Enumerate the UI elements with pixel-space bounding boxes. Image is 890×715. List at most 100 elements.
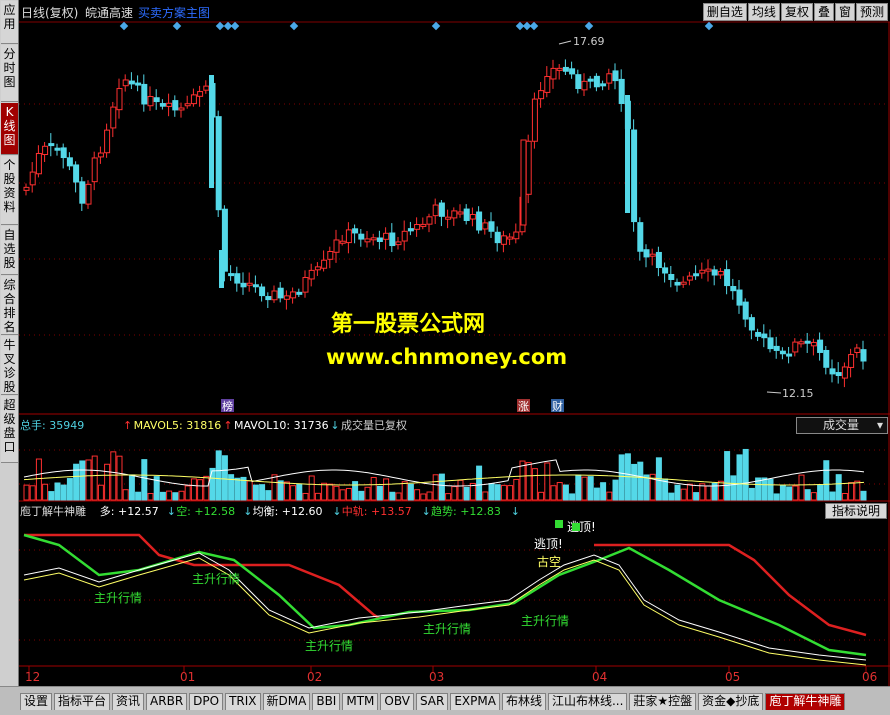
- candle-body-100: [643, 249, 650, 258]
- volume-bar-115: [736, 454, 743, 501]
- sidebar-tab-2[interactable]: K线图: [1, 103, 18, 155]
- volume-bar-108: [693, 492, 700, 501]
- volume-bar-22: [159, 491, 166, 501]
- candle-body-86: [556, 67, 563, 71]
- candle-body-6: [60, 147, 67, 159]
- volume-bar-75: [488, 483, 495, 501]
- candle-body-88: [569, 68, 576, 75]
- candle-body-85: [550, 67, 557, 80]
- bottom-tab-6[interactable]: 新DMA: [262, 692, 311, 710]
- candle-body-38: [259, 286, 266, 297]
- bottom-tab-5[interactable]: TRIX: [225, 692, 261, 710]
- candle-body-62: [407, 228, 414, 232]
- volume-bar-135: [860, 490, 867, 501]
- volume-bar-134: [854, 480, 861, 501]
- volume-bar-47: [314, 492, 321, 501]
- indicator-header-2: ↓: [167, 505, 176, 518]
- volume-bar-11: [91, 455, 98, 501]
- candle-body-52: [345, 229, 352, 244]
- volume-bar-105: [674, 484, 681, 501]
- sidebar-tab-6[interactable]: 牛叉诊股: [1, 336, 18, 395]
- bottom-tab-9[interactable]: OBV: [380, 692, 414, 710]
- volume-header-6: 成交量已复权: [341, 418, 407, 432]
- bottom-tab-15[interactable]: 资金◆抄底: [698, 692, 764, 710]
- candle-body-72: [469, 213, 476, 220]
- volume-bar-106: [680, 488, 687, 501]
- indicator-header-9: 趋势: +12.83: [431, 505, 501, 518]
- candle-body-48: [321, 259, 328, 269]
- bottom-tab-4[interactable]: DPO: [189, 692, 224, 710]
- candle-body-114: [730, 286, 737, 292]
- candle-body-64: [420, 223, 427, 227]
- bottom-tab-14[interactable]: 莊家★控盤: [629, 692, 697, 710]
- volume-bar-70: [457, 479, 464, 501]
- volume-bar-73: [476, 465, 483, 501]
- candle-body-78: [507, 236, 514, 240]
- candle-body-101: [649, 253, 656, 257]
- volume-bar-83: [538, 491, 545, 501]
- bottom-tab-1[interactable]: 指标平台: [54, 692, 111, 710]
- volume-bar-67: [438, 473, 445, 501]
- kline-chart[interactable]: 17.6912.15榜涨财总手: 35949 ↑ MAVOL5: 31816 ↑ MAV…: [19, 0, 890, 686]
- candle-body-117: [748, 317, 755, 331]
- bottom-tab-0[interactable]: 设置: [20, 692, 53, 710]
- volume-header-4: MAVOL10: 31736: [234, 419, 329, 432]
- candle-body-0: [23, 186, 30, 191]
- sidebar-tab-0[interactable]: 应用: [1, 1, 18, 44]
- volume-bar-36: [246, 480, 253, 501]
- low-label-leader: [766, 391, 782, 394]
- sidebar-tab-5[interactable]: 综合排名: [1, 276, 18, 335]
- sidebar-tab-4[interactable]: 自选股: [1, 226, 18, 275]
- sidebar-tab-1[interactable]: 分时图: [1, 45, 18, 102]
- volume-bar-34: [234, 477, 241, 501]
- volume-bar-53: [352, 481, 359, 501]
- volume-bar-38: [259, 484, 266, 501]
- bottom-tab-16[interactable]: 庖丁解牛神雕: [765, 692, 846, 710]
- bottom-tab-13[interactable]: 江山布林线...: [547, 692, 628, 710]
- indicator-label-escape-2: 逃顶!: [567, 520, 596, 534]
- bottom-tab-7[interactable]: BBI: [312, 692, 341, 710]
- volume-bar-30: [209, 467, 216, 501]
- candle-body-98: [631, 129, 638, 223]
- volume-bar-17: [128, 474, 135, 501]
- volume-bar-58: [383, 478, 390, 501]
- sidebar-tab-3[interactable]: 个股资料: [1, 156, 18, 225]
- signal-diamond-1: [172, 21, 182, 31]
- volume-bar-90: [581, 476, 588, 501]
- candle-body-81: [525, 140, 532, 195]
- indicator-label-main-rise-0: 主升行情: [94, 591, 142, 605]
- candle-body-63: [414, 224, 421, 230]
- bottom-tab-10[interactable]: SAR: [415, 692, 449, 710]
- volume-bar-48: [321, 482, 328, 501]
- sidebar-tab-7[interactable]: 超级盘口: [1, 396, 18, 463]
- bottom-tab-11[interactable]: EXPMA: [450, 692, 500, 710]
- candle-body-113: [724, 269, 731, 287]
- volume-bar-117: [748, 487, 755, 501]
- bottom-tab-2[interactable]: 资讯: [112, 692, 145, 710]
- candle-body-53: [352, 228, 359, 234]
- volume-bar-74: [482, 491, 489, 501]
- x-axis-label-2: 02: [307, 670, 322, 684]
- volume-bar-39: [265, 490, 272, 501]
- volume-bar-5: [54, 482, 61, 501]
- bottom-tab-8[interactable]: MTM: [342, 692, 379, 710]
- candle-body-3: [42, 145, 49, 156]
- watermark-url: www.chnmoney.com: [326, 345, 568, 369]
- volume-bar-3: [42, 483, 49, 501]
- volume-bar-91: [587, 476, 594, 501]
- bottom-tab-3[interactable]: ARBR: [146, 692, 188, 710]
- candle-body-27: [190, 94, 197, 105]
- x-axis-label-4: 04: [592, 670, 607, 684]
- bottom-tab-12[interactable]: 布林线: [501, 692, 546, 710]
- candle-body-125: [798, 341, 805, 345]
- candle-body-82: [531, 98, 538, 142]
- candle-big-down-3: [219, 250, 224, 288]
- candle-body-25: [178, 107, 185, 111]
- volume-bar-87: [562, 484, 569, 501]
- indicator-help-button[interactable]: 指标说明: [825, 503, 887, 519]
- volume-bar-69: [451, 486, 458, 501]
- volume-dropdown[interactable]: 成交量 ▾: [796, 417, 888, 434]
- volume-bar-127: [810, 492, 817, 501]
- volume-bar-119: [761, 477, 768, 501]
- volume-bar-68: [445, 493, 452, 501]
